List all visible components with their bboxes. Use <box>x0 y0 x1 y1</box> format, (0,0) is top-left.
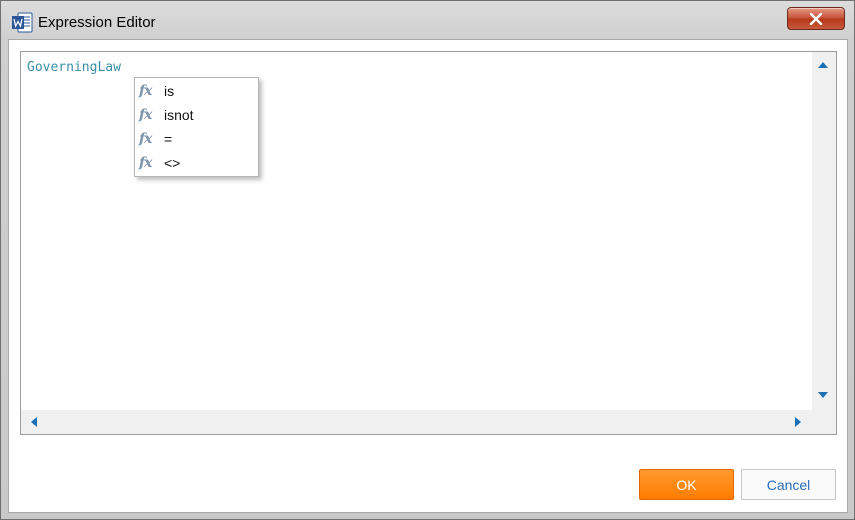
close-button[interactable] <box>787 7 845 30</box>
window-title: Expression Editor <box>38 14 156 31</box>
horizontal-scrollbar[interactable] <box>21 410 812 434</box>
vertical-scrollbar[interactable] <box>812 52 836 410</box>
function-icon: fx <box>139 107 152 123</box>
scroll-up-icon[interactable] <box>818 62 828 68</box>
ok-button[interactable]: OK <box>639 469 734 500</box>
function-icon: fx <box>139 155 152 171</box>
autocomplete-item-label: = <box>164 131 173 147</box>
scrollbar-corner <box>812 410 836 434</box>
expression-editor-dialog: Expression Editor GoverningLaw fx is fx … <box>0 0 855 520</box>
autocomplete-item-isnot[interactable]: fx isnot <box>135 103 258 127</box>
cancel-button[interactable]: Cancel <box>741 469 836 500</box>
scroll-right-icon[interactable] <box>795 417 801 427</box>
close-icon <box>809 12 823 25</box>
dialog-content: GoverningLaw fx is fx isnot fx = fx <> O… <box>8 39 848 513</box>
autocomplete-item-not-equals[interactable]: fx <> <box>135 151 258 175</box>
autocomplete-item-label: <> <box>164 155 181 171</box>
function-icon: fx <box>139 131 152 147</box>
scroll-down-icon[interactable] <box>818 392 828 398</box>
function-icon: fx <box>139 83 152 99</box>
word-icon <box>12 12 33 33</box>
expression-editor[interactable]: GoverningLaw fx is fx isnot fx = fx <> <box>20 51 837 435</box>
autocomplete-item-label: is <box>164 83 175 99</box>
expression-text[interactable]: GoverningLaw <box>27 60 121 75</box>
autocomplete-popup: fx is fx isnot fx = fx <> <box>134 77 259 177</box>
scroll-left-icon[interactable] <box>31 417 37 427</box>
autocomplete-item-is[interactable]: fx is <box>135 79 258 103</box>
autocomplete-item-label: isnot <box>164 107 194 123</box>
autocomplete-item-equals[interactable]: fx = <box>135 127 258 151</box>
title-bar[interactable]: Expression Editor <box>1 1 854 41</box>
